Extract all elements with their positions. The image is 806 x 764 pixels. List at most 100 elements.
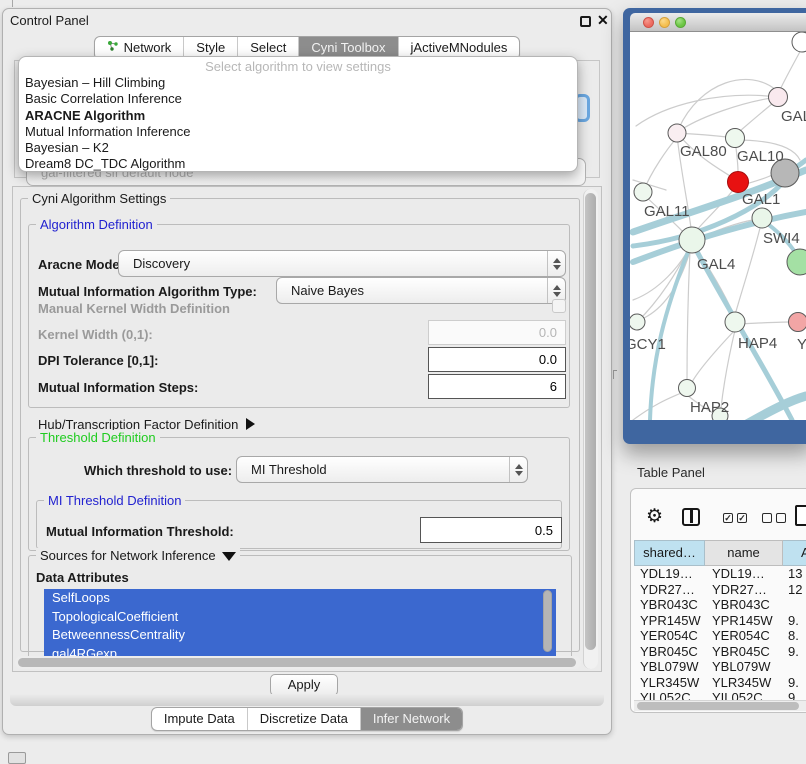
tab-impute-data[interactable]: Impute Data — [152, 708, 247, 730]
column-header-A[interactable]: A — [783, 540, 806, 566]
network-node[interactable] — [752, 208, 772, 228]
minimize-traffic-light-icon[interactable] — [659, 17, 670, 28]
table-cell: YDL19… — [634, 566, 705, 582]
table-cell: YBR045C — [705, 644, 783, 660]
split-view-icon[interactable] — [682, 508, 700, 526]
mi-type-value: Naive Bayes — [277, 283, 547, 298]
table-row[interactable]: YBR045CYBR045C9. — [634, 644, 806, 660]
table-cell: YPR145W — [634, 613, 705, 629]
table-header-row: shared…nameA — [634, 540, 806, 566]
network-canvas[interactable]: GALGAL80GAL10GAL1GAL11SWI4GAL4GCY1HAP4YH… — [630, 32, 806, 420]
panel-bottom-strip — [10, 694, 604, 706]
column-header-shared…[interactable]: shared… — [634, 540, 705, 566]
cyni-bottom-tabs: Impute DataDiscretize DataInfer Network — [2, 707, 612, 731]
manual-kernel-label: Manual Kernel Width Definition — [38, 301, 230, 316]
network-node[interactable] — [726, 129, 745, 148]
which-threshold-combo[interactable]: MI Threshold — [236, 456, 528, 483]
node-label-y: Y — [797, 336, 806, 353]
table-cell: YBL079W — [634, 659, 705, 675]
network-node[interactable] — [789, 313, 806, 332]
tab-infer-network[interactable]: Infer Network — [360, 708, 462, 730]
collapsed-arrow-icon — [246, 418, 255, 430]
threshold-definition-title: Threshold Definition — [36, 430, 160, 445]
table-row[interactable]: YER054CYER054C8. — [634, 628, 806, 644]
algorithm-option[interactable]: Basic Correlation Inference — [19, 91, 577, 107]
checked-box-icon: ✓ — [723, 513, 733, 523]
aracne-mode-combo[interactable]: Discovery — [118, 250, 566, 277]
table-row[interactable]: YBL079WYBL079W — [634, 659, 806, 675]
attribute-item[interactable]: TopologicalCoefficient — [44, 608, 556, 627]
algorithm-option[interactable]: ARACNE Algorithm — [19, 108, 577, 124]
network-node[interactable] — [679, 227, 705, 253]
network-node[interactable] — [630, 314, 645, 330]
dpi-tolerance-field[interactable] — [428, 347, 566, 372]
close-traffic-light-icon[interactable] — [643, 17, 654, 28]
tab-label: Cyni Toolbox — [311, 40, 385, 55]
attribute-item[interactable]: SelfLoops — [44, 589, 556, 608]
node-label-gal1: GAL1 — [742, 191, 780, 208]
network-node[interactable] — [634, 183, 652, 201]
network-node[interactable] — [769, 88, 788, 107]
horizontal-scrollbar-thumb[interactable] — [18, 658, 576, 667]
mi-threshold-field[interactable] — [420, 517, 562, 543]
mi-threshold-label: Mutual Information Threshold: — [46, 524, 234, 539]
data-attributes-label: Data Attributes — [36, 570, 129, 585]
select-all-columns-icon[interactable]: ✓ ✓ — [723, 513, 747, 523]
table-row[interactable]: YBR043CYBR043C — [634, 597, 806, 613]
algorithm-option[interactable]: Bayesian – K2 — [19, 140, 577, 156]
splitter-handle[interactable] — [613, 370, 617, 379]
network-edge — [678, 79, 776, 130]
minimized-panel-icon[interactable] — [8, 752, 26, 764]
network-edge-thick — [745, 396, 806, 420]
mi-type-combo[interactable]: Naive Bayes — [276, 277, 566, 304]
manual-kernel-checkbox[interactable] — [552, 299, 566, 313]
network-node[interactable] — [787, 249, 806, 275]
control-panel-titlebar[interactable] — [2, 8, 612, 32]
node-label-hap2: HAP2 — [690, 399, 729, 416]
network-node[interactable] — [792, 32, 806, 52]
data-attributes-list[interactable]: SelfLoopsTopologicalCoefficientBetweenne… — [44, 589, 556, 663]
network-node[interactable] — [668, 124, 686, 142]
table-hscrollbar-thumb[interactable] — [637, 702, 799, 710]
float-window-icon[interactable] — [580, 16, 591, 27]
kernel-width-field[interactable] — [428, 320, 566, 345]
algorithm-option[interactable]: Mutual Information Inference — [19, 124, 577, 140]
network-edge — [684, 97, 778, 128]
network-node[interactable] — [725, 312, 745, 332]
new-table-icon[interactable] — [795, 505, 806, 526]
table-rows: YDL19…YDL19…13YDR27…YDR27…12YBR043CYBR04… — [634, 566, 806, 700]
close-icon[interactable]: ✕ — [597, 12, 609, 29]
table-cell — [783, 597, 806, 613]
table-row[interactable]: YDR27…YDR27…12 — [634, 582, 806, 598]
algorithm-option[interactable]: Dream8 DC_TDC Algorithm — [19, 156, 577, 172]
network-edge — [692, 330, 735, 382]
algorithm-definition-title: Algorithm Definition — [36, 217, 157, 232]
sources-group-toggle[interactable]: Sources for Network Inference — [36, 548, 240, 563]
table-cell: 9. — [783, 675, 806, 691]
table-row[interactable]: YIL052CYIL052C9 — [634, 690, 806, 700]
vertical-scrollbar-thumb[interactable] — [585, 193, 596, 650]
table-row[interactable]: YDL19…YDL19…13 — [634, 566, 806, 582]
aracne-mode-value: Discovery — [119, 256, 547, 271]
which-threshold-label: Which threshold to use: — [84, 463, 232, 478]
zoom-traffic-light-icon[interactable] — [675, 17, 686, 28]
dpi-tolerance-label: DPI Tolerance [0,1]: — [38, 353, 158, 368]
apply-button[interactable]: Apply — [270, 674, 338, 696]
attribute-list-scrollbar[interactable] — [543, 590, 552, 652]
table-row[interactable]: YPR145WYPR145W9. — [634, 613, 806, 629]
column-header-name[interactable]: name — [705, 540, 783, 566]
combo-stepper-icon — [509, 457, 527, 482]
algorithm-option[interactable]: Bayesian – Hill Climbing — [19, 75, 577, 91]
aracne-mode-label: Aracne Mode: — [38, 257, 124, 272]
deselect-all-columns-icon[interactable] — [762, 513, 786, 523]
network-node[interactable] — [679, 380, 696, 397]
attribute-item[interactable]: BetweennessCentrality — [44, 626, 556, 645]
table-row[interactable]: YLR345WYLR345W9. — [634, 675, 806, 691]
gear-icon[interactable]: ⚙ — [646, 505, 663, 528]
mi-steps-field[interactable] — [428, 374, 566, 399]
node-label-hap4: HAP4 — [738, 335, 777, 352]
tab-discretize-data[interactable]: Discretize Data — [247, 708, 360, 730]
network-node[interactable] — [728, 172, 749, 193]
network-window-titlebar[interactable] — [630, 13, 806, 32]
network-edge — [687, 250, 690, 380]
